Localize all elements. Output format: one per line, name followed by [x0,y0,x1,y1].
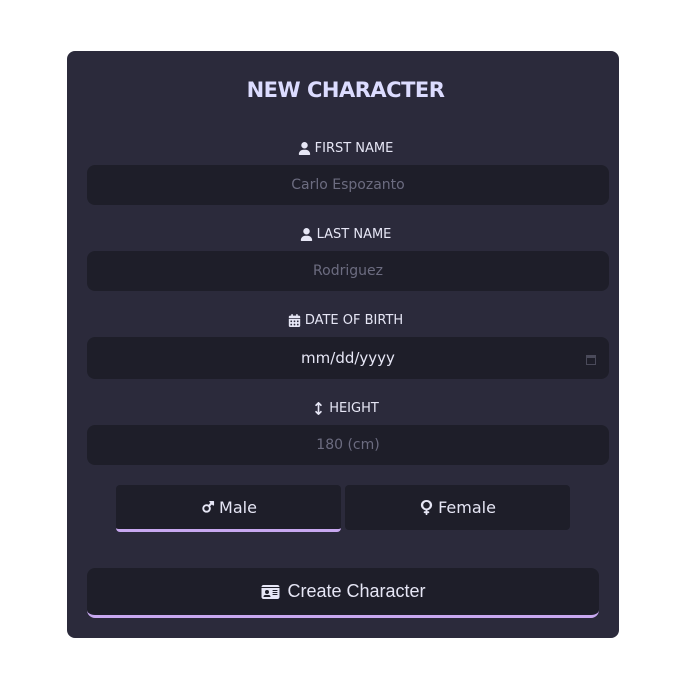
dob-input[interactable]: mm/dd/yyyy [87,337,609,379]
first-name-label-row: FIRST NAME [0,141,691,156]
female-icon [420,500,433,515]
dob-label: DATE OF BIRTH [304,313,404,328]
female-button[interactable]: Female [345,485,570,530]
last-name-label-row: LAST NAME [0,227,691,242]
height-label-row: HEIGHT [0,401,691,416]
first-name-input[interactable] [87,165,609,205]
dob-value: mm/dd/yyyy [301,349,395,367]
form-title: NEW CHARACTER [246,78,445,102]
calendar-icon [288,314,301,327]
height-input[interactable] [87,425,609,465]
last-name-input[interactable] [87,251,609,291]
dob-label-row: DATE OF BIRTH [0,313,691,328]
female-label: Female [438,498,496,517]
arrows-vertical-icon [312,402,325,415]
user-icon [298,142,311,155]
height-label: HEIGHT [329,401,379,416]
id-card-icon [261,584,280,599]
date-picker-icon[interactable] [586,351,596,365]
first-name-label: FIRST NAME [314,141,394,156]
male-icon [202,500,215,513]
create-character-label: Create Character [287,581,426,601]
last-name-label: LAST NAME [316,227,392,242]
user-icon [300,228,313,241]
create-character-button[interactable]: Create Character [87,568,599,618]
male-button[interactable]: Male [116,485,341,532]
male-label: Male [219,497,257,517]
